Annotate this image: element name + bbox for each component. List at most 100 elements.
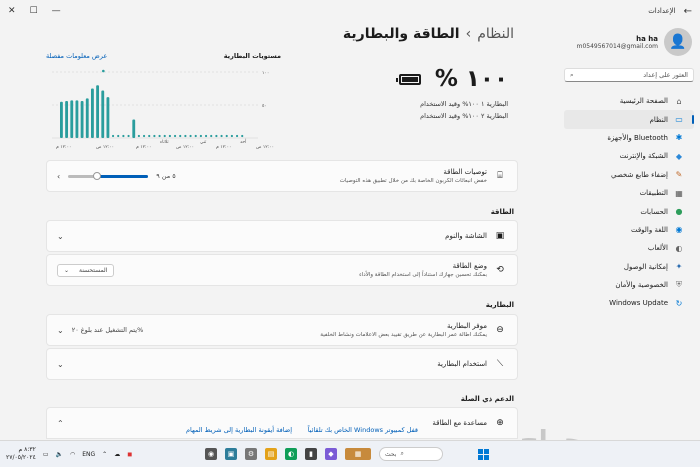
update-icon: ↻ (675, 298, 683, 308)
battery-saver-status: يتم التشغيل عند بلوغ ٢٠% (71, 326, 144, 334)
screen-sleep-title: الشاشة والنوم (445, 232, 487, 240)
sidebar-item[interactable]: ◐ الألعاب (564, 239, 694, 257)
battery-dot (111, 134, 115, 138)
sidebar-item[interactable]: ● الحسابات (564, 202, 694, 220)
volume-icon[interactable]: 🔈 (56, 451, 63, 458)
gaming-icon: ◐ (675, 243, 683, 253)
power-mode-card: ⟲ وضع الطاقة بمكنك تحسين جهازك استناداً … (46, 254, 518, 286)
battery-icon (395, 73, 421, 85)
battery-1-estimate: البطارية ١ ١٠٠% وقيد الاستخدام (420, 100, 508, 108)
battery-saver-card[interactable]: ⊖ موفر البطارية يمكنك اطالة عمر البطارية… (46, 314, 518, 346)
terminal-app-icon[interactable]: ▮ (305, 448, 317, 460)
battery-dot (241, 134, 244, 138)
detailed-info-link[interactable]: عرض معلومات مفصلة (46, 52, 107, 60)
battery-icon-link[interactable]: إضافة أيقونة البطارية إلى شريط المهام (186, 426, 292, 434)
battery-2-estimate: البطارية ٢ ١٠٠% وقيد الاستخدام (420, 112, 508, 120)
power-mode-select[interactable]: ⌄ المستحسنة (57, 263, 115, 277)
chevron-down-icon[interactable]: ⌄ (57, 232, 64, 241)
x-tick-label: ١٢:٠٠ ص (256, 145, 274, 150)
search-placeholder: العثور على إعداد (643, 71, 688, 79)
bluetooth-icon: ✱ (675, 133, 683, 143)
x-day-label: ثني (200, 140, 207, 145)
file-explorer-icon[interactable]: ▤ (265, 448, 277, 460)
battery-dot (225, 134, 228, 138)
power-mode-sub: بمكنك تحسين جهازك استناداً إلى استخدام ا… (359, 272, 487, 278)
teams-app-icon[interactable]: ◆ (325, 448, 337, 460)
search-input[interactable]: العثور على إعداد ⌕ (564, 68, 694, 82)
chevron-left-icon[interactable]: ‹ (57, 172, 60, 181)
taskbar-search-label: بحث (385, 450, 397, 458)
sidebar-item[interactable]: ⌂ الصفحة الرئيسية (564, 92, 694, 110)
back-arrow-icon[interactable]: ← (684, 6, 692, 17)
chevron-down-icon[interactable]: ⌄ (57, 326, 64, 335)
battery-dot (117, 134, 120, 138)
battery-dot (215, 134, 218, 138)
section-support: الدعم ذي الصلة (460, 395, 514, 403)
sidebar-item-label: النظام (649, 115, 668, 124)
battery-dot (163, 134, 166, 138)
language-indicator[interactable]: ENG (82, 451, 95, 458)
battery-saver-sub: يمكنك اطالة عمر البطارية عن طريق تقييد ب… (320, 332, 487, 338)
sidebar-item[interactable]: ▦ التطبيقات (564, 184, 694, 202)
breadcrumb-current: الطاقة والبطارية (342, 26, 460, 42)
taskbar-search[interactable]: ⌕ بحث (379, 447, 443, 461)
power-mode-icon: ⟲ (496, 265, 504, 275)
screen-sleep-card[interactable]: ▣ الشاشة والنوم ⌄ (46, 220, 518, 252)
news-app-icon[interactable]: ▦ (345, 448, 371, 460)
sidebar-item[interactable]: ⛨ الخصوصية والأمان (564, 276, 694, 294)
minimize-icon[interactable]: — (52, 6, 61, 16)
breadcrumb-separator: › (465, 26, 472, 42)
usage-chart-icon: ⟋ (496, 359, 504, 369)
auto-lock-link[interactable]: قفل كمبيوتر Windows الخاص بك تلقائياً (308, 426, 418, 434)
sidebar: 👤 ha ha m0549567014@gmail.com العثور على… (560, 24, 700, 436)
sidebar-item[interactable]: ▭ النظام (564, 110, 694, 129)
sidebar-item-label: إضفاء طابع شخصي (611, 170, 668, 179)
clock[interactable]: ٨:٣٢ م ٢٧/٠٥/٢٠٢٤ (6, 446, 36, 462)
sidebar-item[interactable]: ↻ Windows Update (564, 294, 694, 312)
sidebar-item[interactable]: ✦ إمكانية الوصول (564, 258, 694, 276)
battery-bar (106, 97, 110, 138)
weather-icon[interactable]: ☁ (114, 451, 120, 458)
chevron-up-icon[interactable]: ⌃ (102, 451, 107, 458)
sidebar-item[interactable]: ◆ الشبكة والإنترنت (564, 147, 694, 165)
battery-usage-card[interactable]: ⟋ استخدام البطارية ⌄ (46, 348, 518, 380)
edge-browser-icon[interactable]: ◐ (285, 448, 297, 460)
breadcrumb-parent[interactable]: النظام (477, 26, 514, 42)
sidebar-item[interactable]: ✱ Bluetooth والأجهزة (564, 129, 694, 147)
network-icon: ◆ (675, 151, 683, 161)
power-help-card[interactable]: ⊕ مساعدة مع الطاقة ⌃ (46, 407, 518, 439)
battery-dot (179, 134, 182, 138)
battery-dot (189, 134, 192, 138)
maximize-icon[interactable]: ☐ (30, 6, 38, 16)
battery-percent-text: ١٠٠ % (434, 66, 508, 92)
app-tray-icon[interactable]: ◼ (127, 451, 132, 458)
taskbar: ٨:٣٢ م ٢٧/٠٥/٢٠٢٤ ▭ 🔈 ◠ ENG ⌃ ☁ ◼ ◉ ▣ ⚙ … (0, 440, 700, 467)
battery-usage-title: استخدام البطارية (437, 360, 487, 368)
profile[interactable]: 👤 ha ha m0549567014@gmail.com (560, 24, 694, 60)
battery-dot (127, 134, 130, 138)
sidebar-item-label: الشبكة والإنترنت (619, 152, 668, 161)
battery-bar (85, 98, 89, 138)
recommend-sub: خفض انبعاثات الكربون الخاصة بك من خلال ت… (339, 178, 487, 184)
photos-app-icon[interactable]: ▣ (225, 448, 237, 460)
battery-dot (158, 134, 161, 138)
y-tick-label: ١٠٠ (262, 71, 269, 76)
sidebar-item[interactable]: ◉ اللغة والوقت (564, 221, 694, 239)
personalization-icon: ✎ (675, 170, 683, 180)
power-mode-value: المستحسنة (79, 266, 108, 274)
sidebar-item[interactable]: ✎ إضفاء طابع شخصي (564, 166, 694, 184)
power-recommendations-card[interactable]: ⌸ توصيات الطاقة خفض انبعاثات الكربون الخ… (46, 160, 518, 192)
chevron-down-icon[interactable]: ⌄ (57, 360, 64, 369)
battery-tray-icon[interactable]: ▭ (43, 451, 49, 458)
camera-app-icon[interactable]: ◉ (205, 448, 217, 460)
window-controls: ✕ ☐ — (8, 6, 61, 16)
wifi-icon[interactable]: ◠ (70, 451, 75, 458)
x-day-label: أحد (240, 138, 246, 145)
leaf-icon: ⌸ (497, 171, 503, 181)
start-button[interactable] (478, 448, 489, 460)
settings-app-icon[interactable]: ⚙ (245, 448, 257, 460)
chevron-down-icon: ⌄ (64, 266, 70, 274)
battery-dot (137, 134, 140, 138)
close-icon[interactable]: ✕ (8, 6, 16, 16)
screen-icon: ▣ (495, 231, 505, 241)
